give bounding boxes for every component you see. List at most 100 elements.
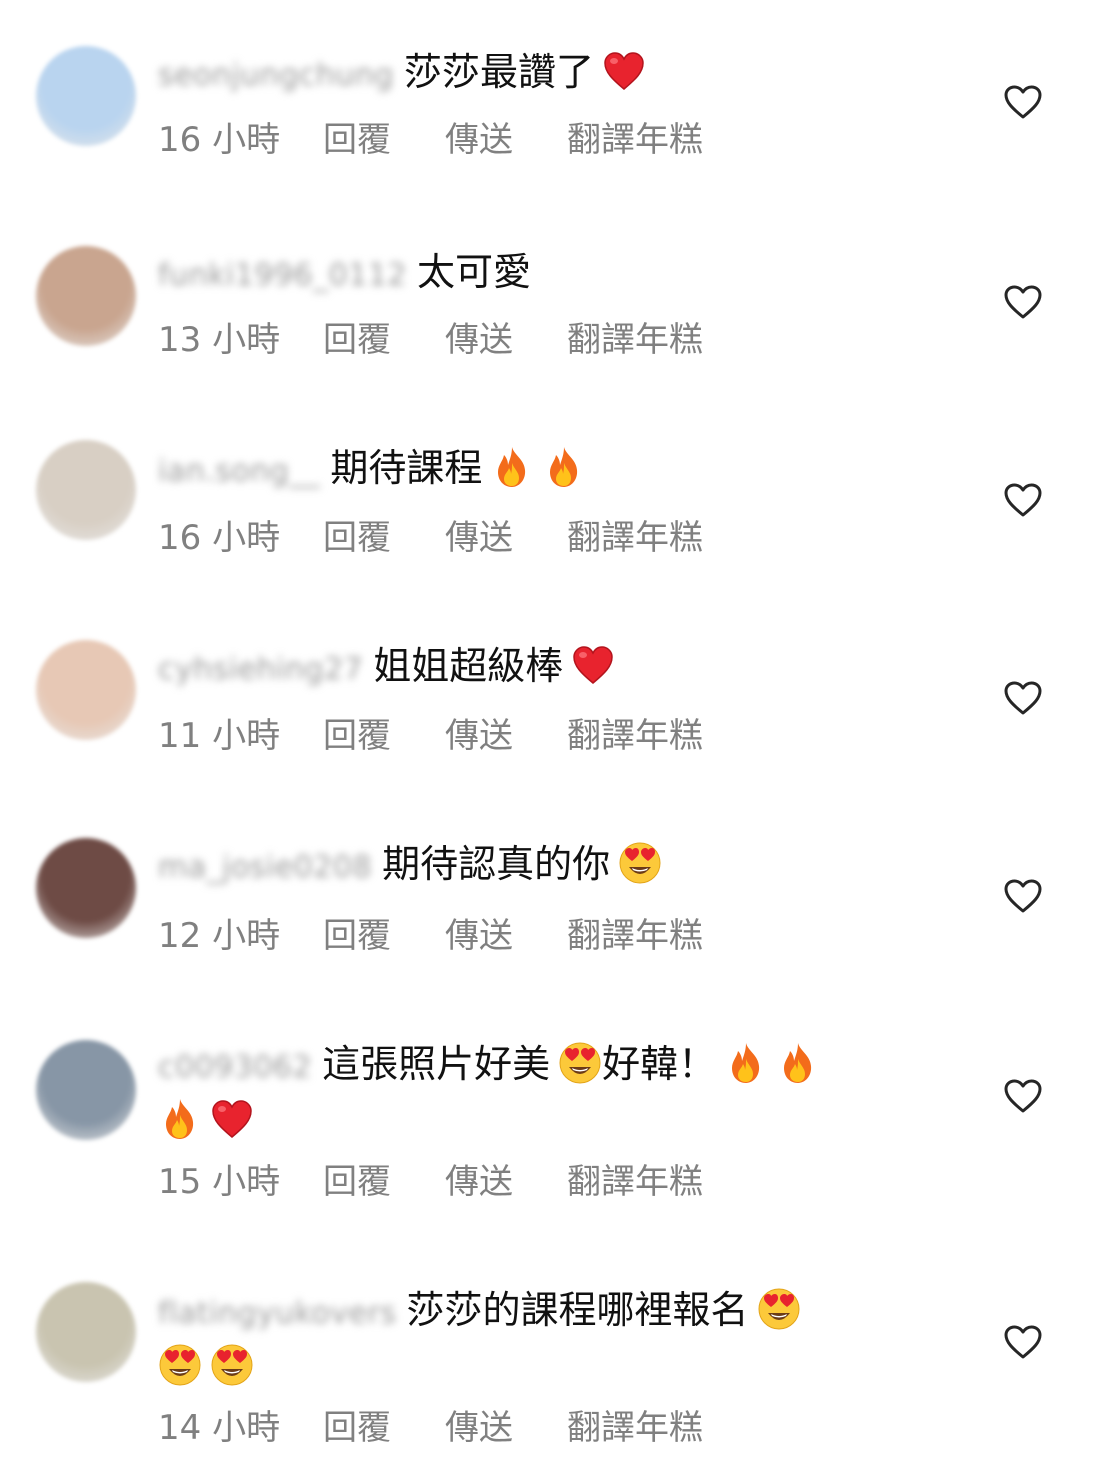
comment-text: 太可愛 (417, 250, 532, 294)
send-button[interactable]: 傳送 (445, 112, 567, 161)
avatar[interactable] (36, 838, 136, 938)
comment-body: cyhsiehing27 姐姐超級棒 11 小時 回覆 傳送 翻譯年糕 (158, 640, 1003, 756)
timestamp: 16 小時 (158, 518, 281, 558)
heart-eyes-emoji (618, 841, 662, 885)
avatar[interactable] (36, 246, 136, 346)
heart-emoji (602, 49, 646, 93)
comment-meta: 11 小時 回覆 傳送 翻譯年糕 (158, 708, 703, 757)
translate-button[interactable]: 翻譯年糕 (567, 312, 703, 361)
comment-meta: 14 小時 回覆 傳送 翻譯年糕 (158, 1400, 703, 1449)
comment-line: ma_josie0208 期待認真的你 (158, 838, 1003, 894)
like-button[interactable] (1003, 1324, 1043, 1360)
comment-line: seonjungchung 莎莎最讚了 (158, 46, 1003, 102)
heart-outline-icon (1003, 878, 1043, 914)
like-button[interactable] (1003, 1078, 1043, 1114)
heart-eyes-emoji (158, 1343, 202, 1387)
timestamp: 16 小時 (158, 120, 281, 160)
send-button[interactable]: 傳送 (445, 908, 567, 957)
like-button[interactable] (1003, 482, 1043, 518)
comment-body: c0093062 這張照片好美 好韓！ 15 小時 回覆 傳送 翻譯年糕 (158, 1038, 1003, 1202)
comment-body: flatingyukovers 莎莎的課程哪裡報名 14 小時 回覆 傳送 翻譯年糕 (158, 1284, 1003, 1448)
comment-text: 這張照片好美 (322, 1042, 551, 1086)
heart-eyes-emoji (210, 1343, 254, 1387)
username[interactable]: ian.song__ (158, 446, 320, 498)
comment-line: c0093062 這張照片好美 好韓！ (158, 1038, 1003, 1094)
translate-button[interactable]: 翻譯年糕 (567, 708, 703, 757)
comment-body: ma_josie0208 期待認真的你 12 小時 回覆 傳送 翻譯年糕 (158, 838, 1003, 956)
username[interactable]: cyhsiehing27 (158, 644, 363, 696)
like-button[interactable] (1003, 680, 1043, 716)
comment-text: 莎莎最讚了 (403, 50, 594, 94)
heart-outline-icon (1003, 680, 1043, 716)
reply-button[interactable]: 回覆 (323, 510, 445, 559)
heart-outline-icon (1003, 84, 1043, 120)
username[interactable]: flatingyukovers (158, 1288, 397, 1340)
like-button[interactable] (1003, 878, 1043, 914)
heart-eyes-emoji (558, 1041, 602, 1085)
comment-line: ian.song__ 期待課程 (158, 442, 1003, 498)
heart-outline-icon (1003, 482, 1043, 518)
timestamp: 14 小時 (158, 1408, 281, 1448)
heart-outline-icon (1003, 1078, 1043, 1114)
comment-body: ian.song__ 期待課程 16 小時 回覆 傳送 翻譯年糕 (158, 442, 1003, 558)
timestamp: 13 小時 (158, 320, 281, 360)
fire-emoji (542, 445, 586, 489)
reply-button[interactable]: 回覆 (323, 708, 445, 757)
comment-meta: 16 小時 回覆 傳送 翻譯年糕 (158, 112, 703, 161)
avatar[interactable] (36, 640, 136, 740)
username[interactable]: funki1996_0112 (158, 250, 407, 302)
comment-meta: 15 小時 回覆 傳送 翻譯年糕 (158, 1154, 703, 1203)
send-button[interactable]: 傳送 (445, 708, 567, 757)
translate-button[interactable]: 翻譯年糕 (567, 908, 703, 957)
heart-emoji (210, 1097, 254, 1141)
comment-line: cyhsiehing27 姐姐超級棒 (158, 640, 1003, 696)
comment-text: 姐姐超級棒 (373, 644, 564, 688)
username[interactable]: seonjungchung (158, 50, 394, 102)
reply-button[interactable]: 回覆 (323, 112, 445, 161)
heart-outline-icon (1003, 1324, 1043, 1360)
send-button[interactable]: 傳送 (445, 312, 567, 361)
reply-button[interactable]: 回覆 (323, 312, 445, 361)
comment-meta: 12 小時 回覆 傳送 翻譯年糕 (158, 908, 703, 957)
comment-text: 莎莎的課程哪裡報名 (406, 1288, 749, 1332)
heart-emoji (571, 643, 615, 687)
send-button[interactable]: 傳送 (445, 1400, 567, 1449)
reply-button[interactable]: 回覆 (323, 1154, 445, 1203)
comment-text: 期待認真的你 (382, 842, 611, 886)
comment-body: funki1996_0112 太可愛 13 小時 回覆 傳送 翻譯年糕 (158, 246, 1003, 360)
comment-body: seonjungchung 莎莎最讚了 16 小時 回覆 傳送 翻譯年糕 (158, 46, 1003, 160)
timestamp: 15 小時 (158, 1162, 281, 1202)
comment-meta: 16 小時 回覆 傳送 翻譯年糕 (158, 510, 703, 559)
reply-button[interactable]: 回覆 (323, 1400, 445, 1449)
fire-emoji (776, 1041, 820, 1085)
avatar[interactable] (36, 1040, 136, 1140)
send-button[interactable]: 傳送 (445, 1154, 567, 1203)
comment-line: flatingyukovers 莎莎的課程哪裡報名 (158, 1284, 1003, 1340)
avatar[interactable] (36, 440, 136, 540)
timestamp: 11 小時 (158, 716, 281, 756)
translate-button[interactable]: 翻譯年糕 (567, 510, 703, 559)
avatar[interactable] (36, 46, 136, 146)
heart-outline-icon (1003, 284, 1043, 320)
heart-eyes-emoji (757, 1287, 801, 1331)
comment-meta: 13 小時 回覆 傳送 翻譯年糕 (158, 312, 703, 361)
comment-line (150, 1094, 1003, 1146)
comment-line: funki1996_0112 太可愛 (158, 246, 1003, 302)
like-button[interactable] (1003, 84, 1043, 120)
username[interactable]: c0093062 (158, 1042, 312, 1094)
timestamp: 12 小時 (158, 916, 281, 956)
reply-button[interactable]: 回覆 (323, 908, 445, 957)
comment-text: 好韓！ (602, 1042, 717, 1086)
translate-button[interactable]: 翻譯年糕 (567, 112, 703, 161)
fire-emoji (490, 445, 534, 489)
comment-text: 期待課程 (330, 446, 483, 490)
avatar[interactable] (36, 1282, 136, 1382)
translate-button[interactable]: 翻譯年糕 (567, 1154, 703, 1203)
username[interactable]: ma_josie0208 (158, 842, 372, 894)
send-button[interactable]: 傳送 (445, 510, 567, 559)
fire-emoji (724, 1041, 768, 1085)
comment-line (150, 1340, 1003, 1392)
like-button[interactable] (1003, 284, 1043, 320)
fire-emoji (158, 1097, 202, 1141)
translate-button[interactable]: 翻譯年糕 (567, 1400, 703, 1449)
